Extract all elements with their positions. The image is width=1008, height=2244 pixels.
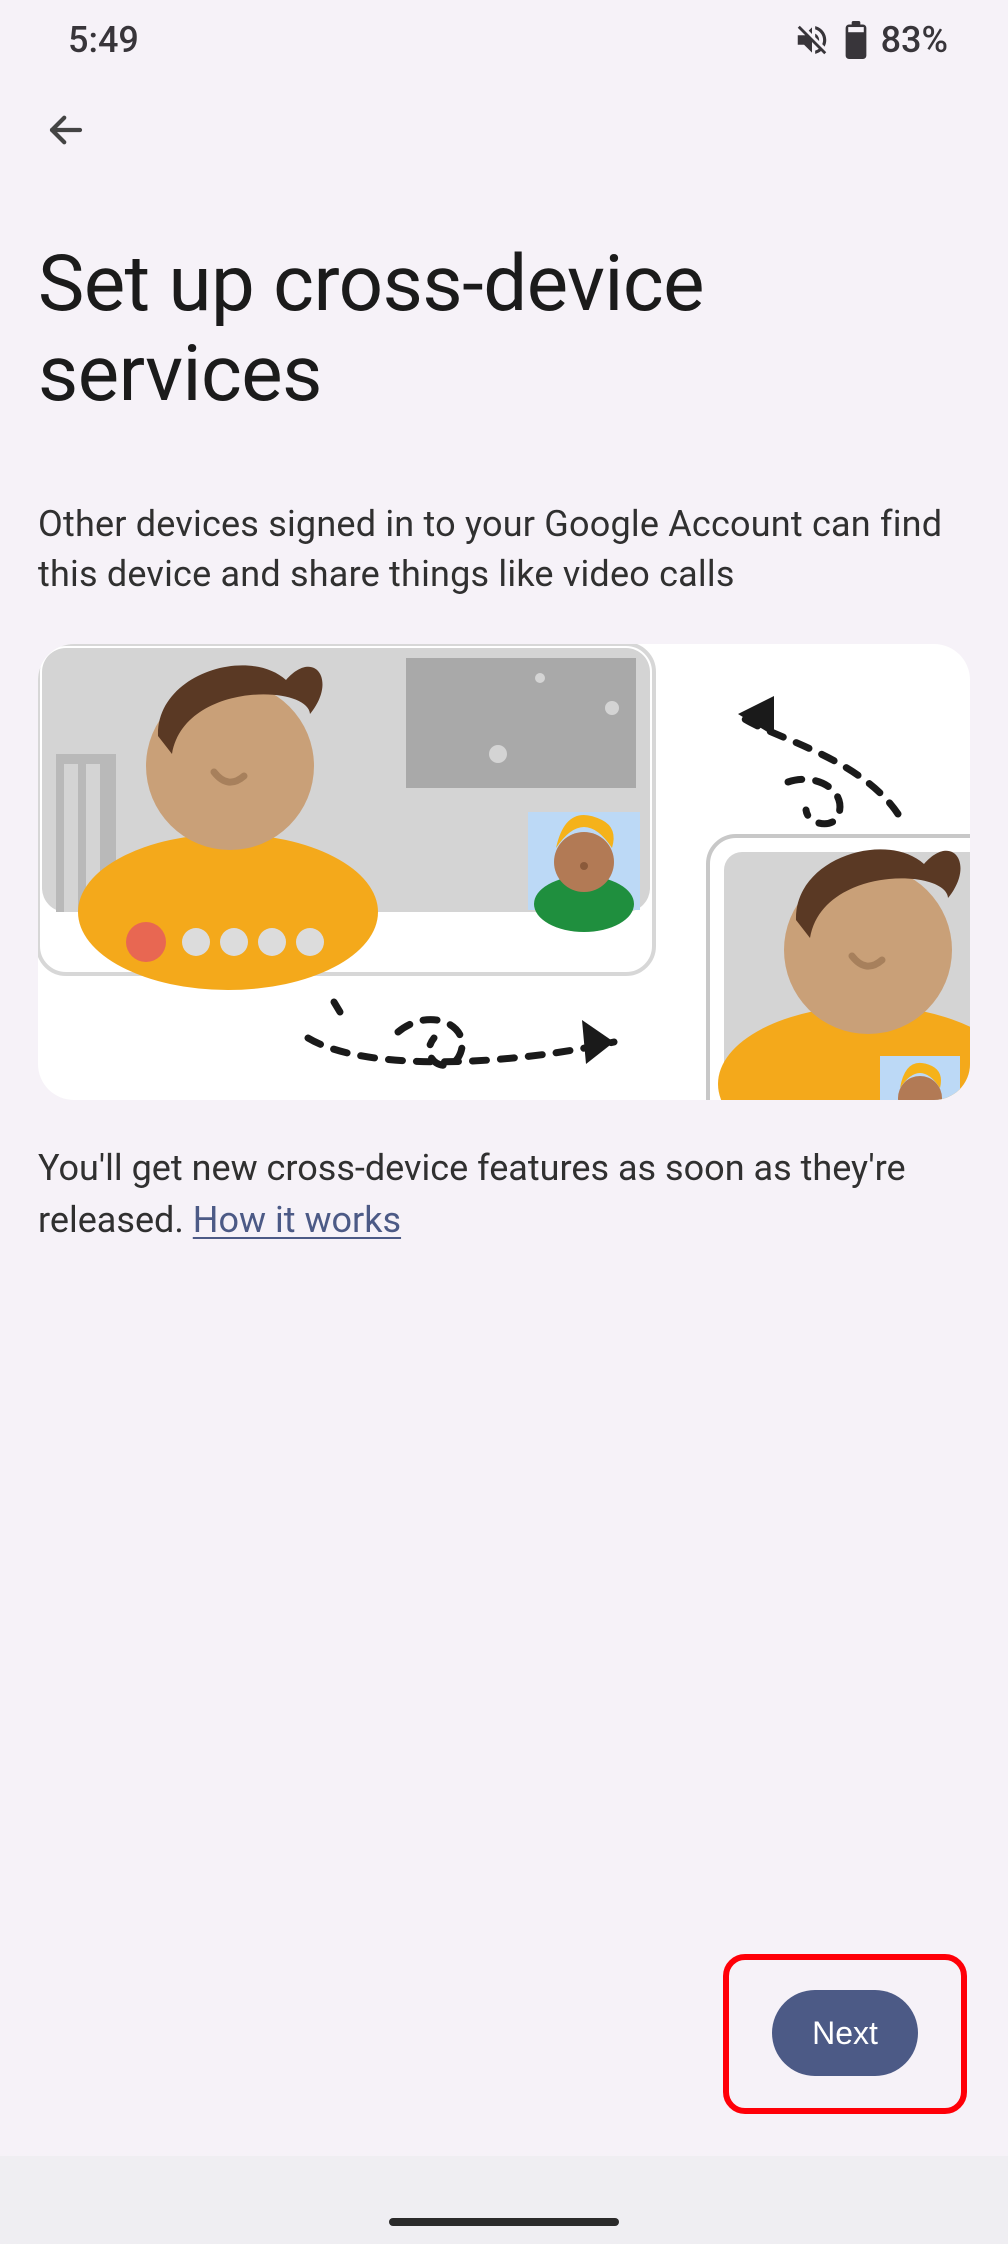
- how-it-works-link[interactable]: How it works: [193, 1199, 401, 1241]
- battery-percent: 83%: [881, 19, 948, 61]
- volume-muted-icon: [793, 21, 831, 59]
- back-button[interactable]: [34, 98, 98, 162]
- system-nav-bar: [0, 2156, 1008, 2244]
- arrow-left-icon: [45, 109, 87, 151]
- main-content: Set up cross-device services Other devic…: [0, 240, 1008, 1247]
- gesture-bar: [389, 2218, 619, 2226]
- status-bar: 5:49 83%: [0, 0, 1008, 80]
- page-title: Set up cross-device services: [38, 240, 970, 421]
- status-time: 5:49: [68, 19, 139, 61]
- next-button[interactable]: Next: [772, 1990, 918, 2076]
- footer-prefix: You'll get new cross-device features as …: [38, 1147, 906, 1242]
- battery-icon: [845, 21, 867, 59]
- footer-text: You'll get new cross-device features as …: [38, 1142, 970, 1247]
- page-subtitle: Other devices signed in to your Google A…: [38, 499, 970, 600]
- hero-illustration: [38, 644, 970, 1100]
